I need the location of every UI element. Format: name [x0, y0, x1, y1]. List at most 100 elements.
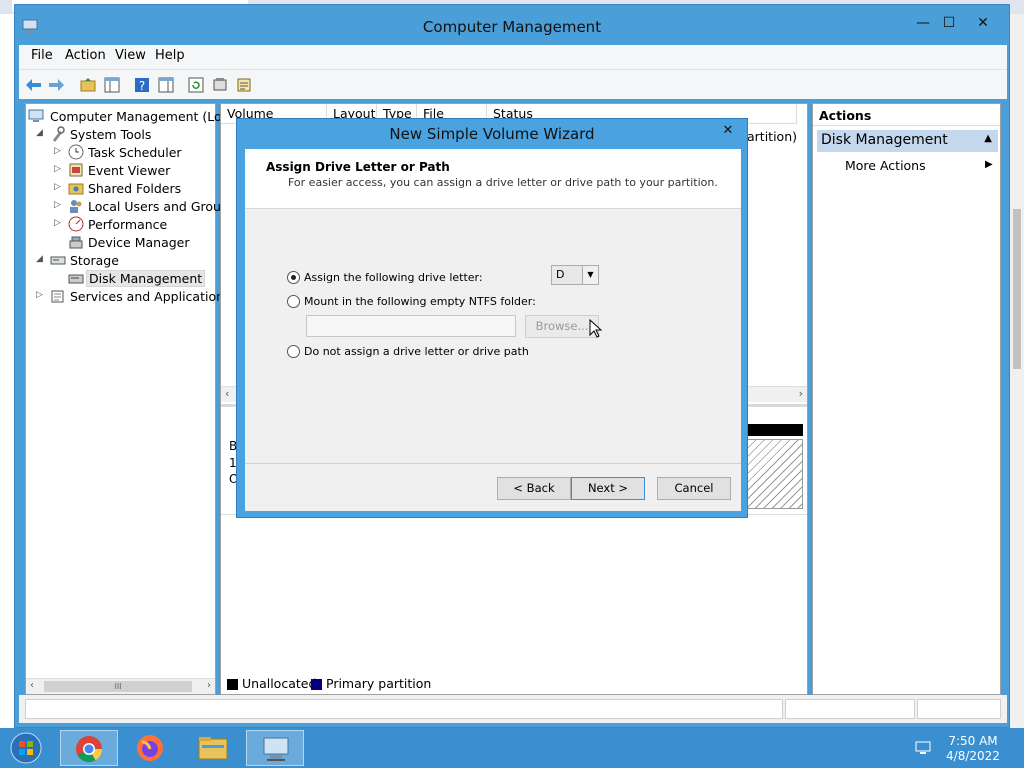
radio-assign-drive-letter[interactable] [287, 271, 300, 284]
users-icon [70, 200, 82, 213]
expand-arrow-icon[interactable]: ▷ [54, 200, 64, 210]
background-scrollbar[interactable] [1010, 14, 1024, 728]
maximize-button[interactable]: ☐ [935, 11, 963, 35]
volume-status-partial: artition) [747, 129, 797, 144]
properties-icon[interactable] [211, 76, 229, 94]
event-viewer-icon [69, 163, 83, 177]
taskbar-explorer-button[interactable] [184, 730, 242, 766]
mount-folder-path-input[interactable] [306, 315, 516, 337]
file-explorer-icon [198, 737, 228, 760]
toolbar: ? [19, 69, 1007, 99]
wizard-heading: Assign Drive Letter or Path [266, 160, 450, 174]
legend-swatch-primary [311, 679, 322, 690]
refresh-icon[interactable] [187, 76, 205, 94]
collapse-arrow-icon[interactable]: ◢ [36, 254, 46, 264]
tree-label-services: Services and Applications [70, 289, 231, 304]
scroll-left-arrow-icon[interactable]: ‹ [30, 680, 34, 691]
collapse-arrow-icon[interactable]: ◢ [36, 128, 46, 138]
tree-scroll-thumb[interactable]: III [44, 681, 192, 692]
expand-arrow-icon[interactable]: ▷ [36, 290, 46, 300]
browse-button[interactable]: Browse... [525, 315, 599, 338]
title-bar: Computer Management — ☐ ✕ [15, 5, 1009, 45]
tree-label-task-scheduler: Task Scheduler [88, 145, 182, 160]
wizard-close-button[interactable]: ✕ [717, 121, 739, 141]
collapse-up-icon[interactable]: ▲ [984, 133, 992, 144]
dropdown-arrow-icon[interactable]: ▼ [582, 266, 598, 284]
drive-letter-value: D [556, 268, 565, 281]
wizard-title: New Simple Volume Wizard [389, 125, 595, 143]
clock-date: 4/8/2022 [946, 749, 1000, 763]
console-tree: Computer Management (Local ◢ System Tool… [25, 103, 240, 695]
computer-management-taskbar-icon [263, 737, 289, 761]
window-title: Computer Management [422, 18, 602, 36]
cancel-button[interactable]: Cancel [657, 477, 731, 500]
tree-label-device-manager: Device Manager [88, 235, 190, 250]
taskbar-clock[interactable]: 7:50 AM 4/8/2022 [938, 734, 1008, 764]
minimize-button[interactable]: — [909, 11, 937, 35]
menu-action[interactable]: Action [65, 48, 106, 63]
menu-bar: File Action View Help [19, 45, 1007, 69]
computer-icon [28, 109, 44, 122]
tree-label-root: Computer Management (Local [50, 109, 240, 124]
actions-section-label: Disk Management [821, 132, 948, 148]
back-arrow-icon[interactable] [25, 76, 43, 94]
legend-label-unallocated: Unallocated [242, 676, 317, 691]
background-page-edge [0, 14, 14, 728]
taskbar-chrome-button[interactable] [60, 730, 118, 766]
network-tray-icon[interactable] [914, 740, 932, 756]
label-no-drive-letter: Do not assign a drive letter or drive pa… [304, 345, 529, 358]
label-assign-drive-letter: Assign the following drive letter: [304, 271, 483, 284]
show-hide-tree-icon[interactable] [103, 76, 121, 94]
tree-horizontal-scrollbar[interactable]: ‹ III › [26, 678, 215, 694]
forward-arrow-icon[interactable] [47, 76, 65, 94]
background-scroll-thumb[interactable] [1013, 209, 1021, 369]
scroll-left-arrow-icon[interactable]: ‹ [225, 387, 229, 400]
status-cell-main [25, 699, 783, 719]
unallocated-region[interactable] [747, 439, 803, 509]
taskbar-firefox-button[interactable] [122, 730, 180, 766]
wizard-separator [245, 463, 741, 464]
clock-time: 7:50 AM [948, 734, 998, 748]
status-cell-3 [917, 699, 1001, 719]
start-button-icon[interactable] [8, 732, 44, 764]
legend-label-primary: Primary partition [326, 676, 432, 691]
expand-arrow-icon[interactable]: ▷ [54, 164, 64, 174]
menu-help[interactable]: Help [155, 48, 185, 63]
storage-icon [50, 256, 66, 265]
expand-arrow-icon[interactable]: ▷ [54, 218, 64, 228]
clock-icon [68, 144, 84, 160]
tree-label-local-users: Local Users and Groups [88, 199, 236, 214]
tree-label-disk-management: Disk Management [86, 270, 206, 287]
radio-no-drive-letter[interactable] [287, 345, 300, 358]
chrome-icon [76, 736, 103, 763]
system-tools-icon [53, 126, 65, 142]
scroll-right-arrow-icon[interactable]: › [799, 387, 803, 400]
export-list-icon[interactable] [235, 76, 253, 94]
mouse-cursor-icon [589, 319, 603, 338]
new-simple-volume-wizard: New Simple Volume Wizard ✕ Assign Drive … [236, 118, 748, 518]
up-folder-icon[interactable] [79, 76, 97, 94]
show-hide-action-pane-icon[interactable] [157, 76, 175, 94]
back-button[interactable]: < Back [497, 477, 571, 500]
taskbar-computer-management-button[interactable] [246, 730, 304, 766]
wizard-header: Assign Drive Letter or Path For easier a… [245, 149, 741, 209]
close-button[interactable]: ✕ [969, 11, 997, 35]
svg-text:?: ? [139, 79, 145, 93]
drive-letter-combo[interactable]: D ▼ [551, 265, 599, 285]
taskbar: 7:50 AM 4/8/2022 [0, 728, 1024, 768]
scroll-right-arrow-icon[interactable]: › [207, 680, 211, 691]
actions-section-disk-management[interactable]: Disk Management ▲ [817, 130, 998, 152]
tree-label-event-viewer: Event Viewer [88, 163, 171, 178]
tree-label-system-tools: System Tools [70, 127, 152, 142]
expand-arrow-icon[interactable]: ▷ [54, 182, 64, 192]
radio-mount-folder[interactable] [287, 295, 300, 308]
expand-arrow-icon[interactable]: ▷ [54, 146, 64, 156]
menu-view[interactable]: View [115, 48, 146, 63]
actions-pane: Actions Disk Management ▲ More Actions ▶ [812, 103, 1001, 695]
help-icon[interactable]: ? [133, 76, 151, 94]
status-bar [19, 695, 1007, 723]
more-actions-item[interactable]: More Actions [845, 158, 926, 173]
next-button[interactable]: Next > [571, 477, 645, 500]
submenu-arrow-icon[interactable]: ▶ [985, 159, 993, 170]
menu-file[interactable]: File [31, 48, 53, 63]
